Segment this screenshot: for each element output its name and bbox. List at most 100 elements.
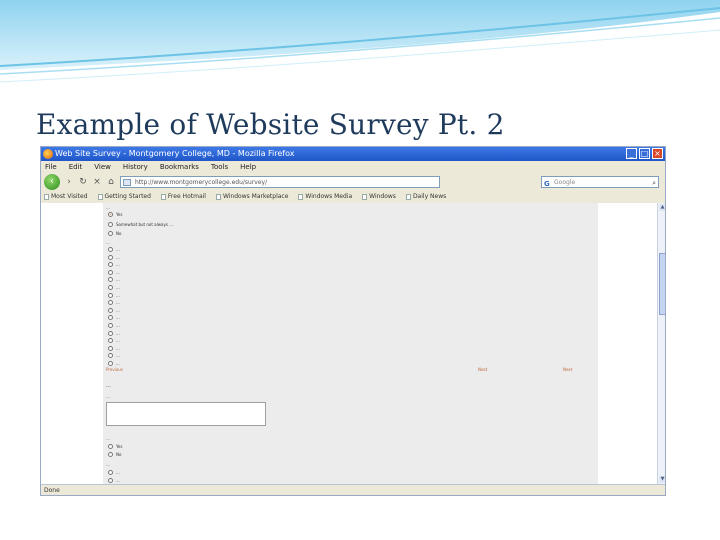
radio-option[interactable]: ... <box>108 269 120 275</box>
url-text: http://www.montgomerycollege.edu/survey/ <box>135 179 268 186</box>
radio-button[interactable] <box>108 231 113 236</box>
radio-option[interactable]: ... <box>108 262 120 268</box>
bookmark-page-icon <box>97 194 103 200</box>
radio-option[interactable]: ... <box>108 323 120 328</box>
bookmark-item[interactable]: Windows <box>362 191 396 203</box>
menu-tools[interactable]: Tools <box>211 161 228 173</box>
radio-button[interactable] <box>108 300 113 306</box>
radio-button[interactable] <box>108 277 113 283</box>
radio-button[interactable] <box>108 361 113 366</box>
radio-button[interactable] <box>108 452 113 457</box>
question-1: ... <box>106 205 110 210</box>
forward-arrow-icon[interactable]: › <box>64 177 74 187</box>
radio-button[interactable] <box>108 353 113 359</box>
radio-option[interactable]: ... <box>108 361 120 366</box>
survey-form: ... Yes Somewhat but not always ... No .… <box>103 203 598 484</box>
scroll-down-icon[interactable]: ▼ <box>659 476 665 483</box>
radio-option[interactable]: No <box>108 231 121 236</box>
radio-option[interactable]: ... <box>108 470 120 475</box>
bookmark-item[interactable]: Windows Media <box>298 191 352 203</box>
radio-button-selected[interactable] <box>108 212 113 217</box>
navigation-toolbar: ‹ › ↻ × ⌂ http://www.montgomerycollege.e… <box>41 173 665 191</box>
question-4: ... <box>106 436 110 441</box>
bookmark-page-icon <box>405 194 411 200</box>
question-5: ... <box>106 462 110 467</box>
radio-option[interactable]: ... <box>108 478 120 483</box>
radio-button[interactable] <box>108 323 113 328</box>
radio-option[interactable]: ... <box>108 338 120 344</box>
bookmark-item[interactable]: Daily News <box>405 191 446 203</box>
radio-button[interactable] <box>108 262 113 268</box>
question-3: ... <box>106 394 110 399</box>
scroll-up-icon[interactable]: ▲ <box>659 204 665 211</box>
radio-option[interactable]: Somewhat but not always ... <box>108 222 173 227</box>
menu-history[interactable]: History <box>123 161 148 173</box>
radio-option[interactable]: ... <box>108 285 120 290</box>
url-bar[interactable]: http://www.montgomerycollege.edu/survey/ <box>120 176 440 188</box>
radio-button[interactable] <box>108 247 113 252</box>
radio-option[interactable]: Yes <box>108 212 122 217</box>
radio-option[interactable]: ... <box>108 247 120 252</box>
next-link[interactable]: Next <box>478 367 487 372</box>
radio-button[interactable] <box>108 345 113 351</box>
bookmark-item[interactable]: Windows Marketplace <box>215 191 288 203</box>
menu-bookmarks[interactable]: Bookmarks <box>160 161 199 173</box>
stop-icon[interactable]: × <box>92 177 102 187</box>
page-viewport: ... Yes Somewhat but not always ... No .… <box>41 203 665 484</box>
minimize-button[interactable]: _ <box>626 148 637 159</box>
vertical-scrollbar[interactable]: ▲ ▼ <box>657 203 665 484</box>
bookmark-page-icon <box>160 194 166 200</box>
radio-button[interactable] <box>108 285 113 290</box>
reload-icon[interactable]: ↻ <box>78 177 88 187</box>
radio-button[interactable] <box>108 444 113 449</box>
radio-button[interactable] <box>108 222 113 227</box>
search-icon[interactable]: ⌕ <box>652 177 656 189</box>
menu-view[interactable]: View <box>94 161 111 173</box>
window-titlebar: Web Site Survey - Montgomery College, MD… <box>41 147 665 161</box>
radio-button[interactable] <box>108 269 113 275</box>
radio-button[interactable] <box>108 338 113 344</box>
radio-button[interactable] <box>108 254 113 260</box>
next-link-right[interactable]: Next <box>563 367 572 372</box>
bookmark-page-icon <box>44 194 49 200</box>
radio-button[interactable] <box>108 330 113 336</box>
bookmark-item[interactable]: Most Visited <box>44 191 88 203</box>
firefox-window: Web Site Survey - Montgomery College, MD… <box>40 146 666 496</box>
back-arrow-icon[interactable]: ‹ <box>44 174 60 190</box>
previous-link[interactable]: Previous <box>106 367 123 372</box>
comment-textarea[interactable] <box>106 402 266 426</box>
radio-option[interactable]: ... <box>108 307 120 313</box>
radio-option[interactable]: ... <box>108 353 120 359</box>
scrollbar-thumb[interactable] <box>659 253 665 315</box>
bookmark-page-icon <box>298 194 304 200</box>
close-button[interactable]: × <box>652 148 663 159</box>
maximize-button[interactable]: □ <box>639 148 650 159</box>
slide-header-decoration <box>0 0 720 83</box>
radio-option[interactable]: No <box>108 452 121 457</box>
radio-option[interactable]: ... <box>108 330 120 336</box>
radio-option[interactable]: ... <box>108 254 120 260</box>
menu-bar: File Edit View History Bookmarks Tools H… <box>41 161 665 173</box>
firefox-logo-icon <box>43 149 53 159</box>
menu-edit[interactable]: Edit <box>69 161 83 173</box>
bookmark-item[interactable]: Getting Started <box>97 191 151 203</box>
radio-option[interactable]: ... <box>108 277 120 283</box>
search-input[interactable]: G Google ⌕ <box>541 176 659 188</box>
google-icon: G <box>544 180 550 188</box>
radio-option[interactable]: Yes <box>108 444 122 449</box>
radio-button[interactable] <box>108 315 113 321</box>
radio-option[interactable]: ... <box>108 345 120 351</box>
radio-button[interactable] <box>108 292 113 298</box>
radio-option[interactable]: ... <box>108 292 120 298</box>
home-icon[interactable]: ⌂ <box>106 177 116 187</box>
radio-option[interactable]: ... <box>108 315 120 321</box>
menu-help[interactable]: Help <box>240 161 256 173</box>
window-title: Web Site Survey - Montgomery College, MD… <box>55 149 295 158</box>
radio-button[interactable] <box>108 307 113 313</box>
radio-option[interactable]: ... <box>108 300 120 306</box>
radio-button[interactable] <box>108 470 113 475</box>
radio-button[interactable] <box>108 478 113 483</box>
page-favicon-icon <box>123 179 131 186</box>
menu-file[interactable]: File <box>45 161 57 173</box>
bookmark-item[interactable]: Free Hotmail <box>160 191 206 203</box>
